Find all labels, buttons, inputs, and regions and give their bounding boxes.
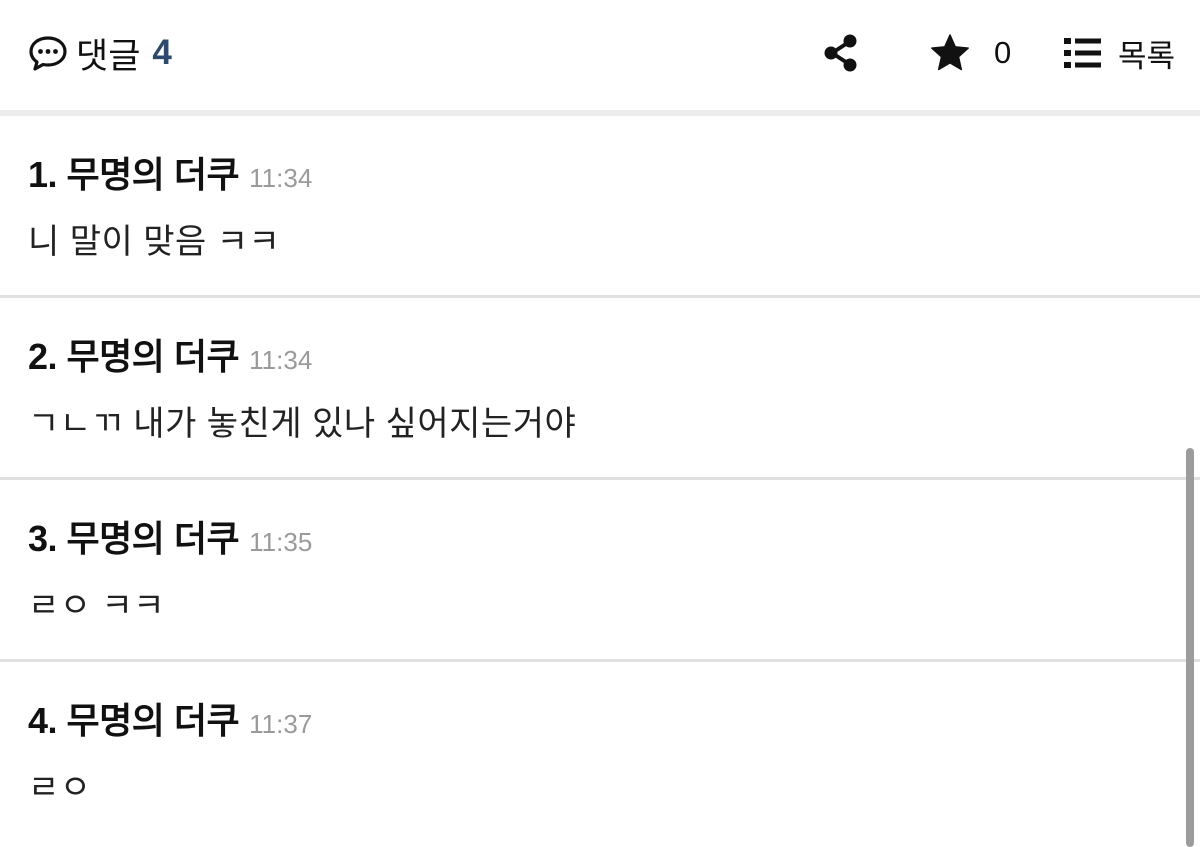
star-icon: [930, 33, 970, 73]
list-icon: [1064, 37, 1102, 69]
star-button[interactable]: 0: [930, 30, 1011, 76]
comment-item: 2. 무명의 더쿠 11:34 ㄱㄴㄲ 내가 놓친게 있나 싶어지는거야: [0, 298, 1200, 480]
comments-title: 댓글 4: [28, 30, 172, 76]
star-count: 0: [994, 35, 1012, 70]
comment-author[interactable]: 1. 무명의 더쿠: [28, 146, 240, 198]
comment-text: ㄹㅇ: [28, 769, 92, 807]
comment-time: 11:34: [249, 163, 313, 193]
comment-author[interactable]: 4. 무명의 더쿠: [28, 692, 240, 744]
comment-head: 2. 무명의 더쿠 11:34: [28, 328, 312, 380]
share-button[interactable]: [822, 30, 862, 76]
comment-head: 4. 무명의 더쿠 11:37: [28, 692, 312, 744]
list-label: 목록: [1118, 38, 1176, 74]
comment-item: 1. 무명의 더쿠 11:34 니 말이 맞음 ㅋㅋ: [0, 116, 1200, 298]
comment-item: 3. 무명의 더쿠 11:35 ㄹㅇ ㅋㅋ: [0, 480, 1200, 662]
comment-time: 11:35: [249, 527, 313, 557]
comment-text: ㄱㄴㄲ 내가 놓친게 있나 싶어지는거야: [28, 405, 577, 443]
comment-item: 4. 무명의 더쿠 11:37 ㄹㅇ: [0, 662, 1200, 844]
comments-header: 댓글 4 0 목록: [0, 0, 1200, 110]
list-button[interactable]: 목록: [1064, 30, 1175, 76]
comment-text: 니 말이 맞음 ㅋㅋ: [28, 223, 281, 261]
comment-author[interactable]: 3. 무명의 더쿠: [28, 510, 240, 562]
comment-head: 3. 무명의 더쿠 11:35: [28, 510, 312, 562]
speech-bubble-dots-icon: [28, 33, 68, 73]
comment-head: 1. 무명의 더쿠 11:34: [28, 146, 312, 198]
share-icon: [822, 33, 860, 73]
comment-time: 11:34: [249, 345, 313, 375]
comment-author[interactable]: 2. 무명의 더쿠: [28, 328, 240, 380]
comment-text: ㄹㅇ ㅋㅋ: [28, 587, 166, 625]
comments-count: 4: [152, 33, 172, 72]
comment-list: 1. 무명의 더쿠 11:34 니 말이 맞음 ㅋㅋ 2. 무명의 더쿠 11:…: [0, 116, 1200, 844]
comment-time: 11:37: [249, 709, 313, 739]
comments-label: 댓글: [76, 36, 141, 76]
scrollbar[interactable]: [1186, 448, 1194, 847]
comments-page: 댓글 4 0 목록 1. 무명의 더쿠 11:34 니 말이 맞음 ㅋㅋ 2. …: [0, 0, 1200, 847]
